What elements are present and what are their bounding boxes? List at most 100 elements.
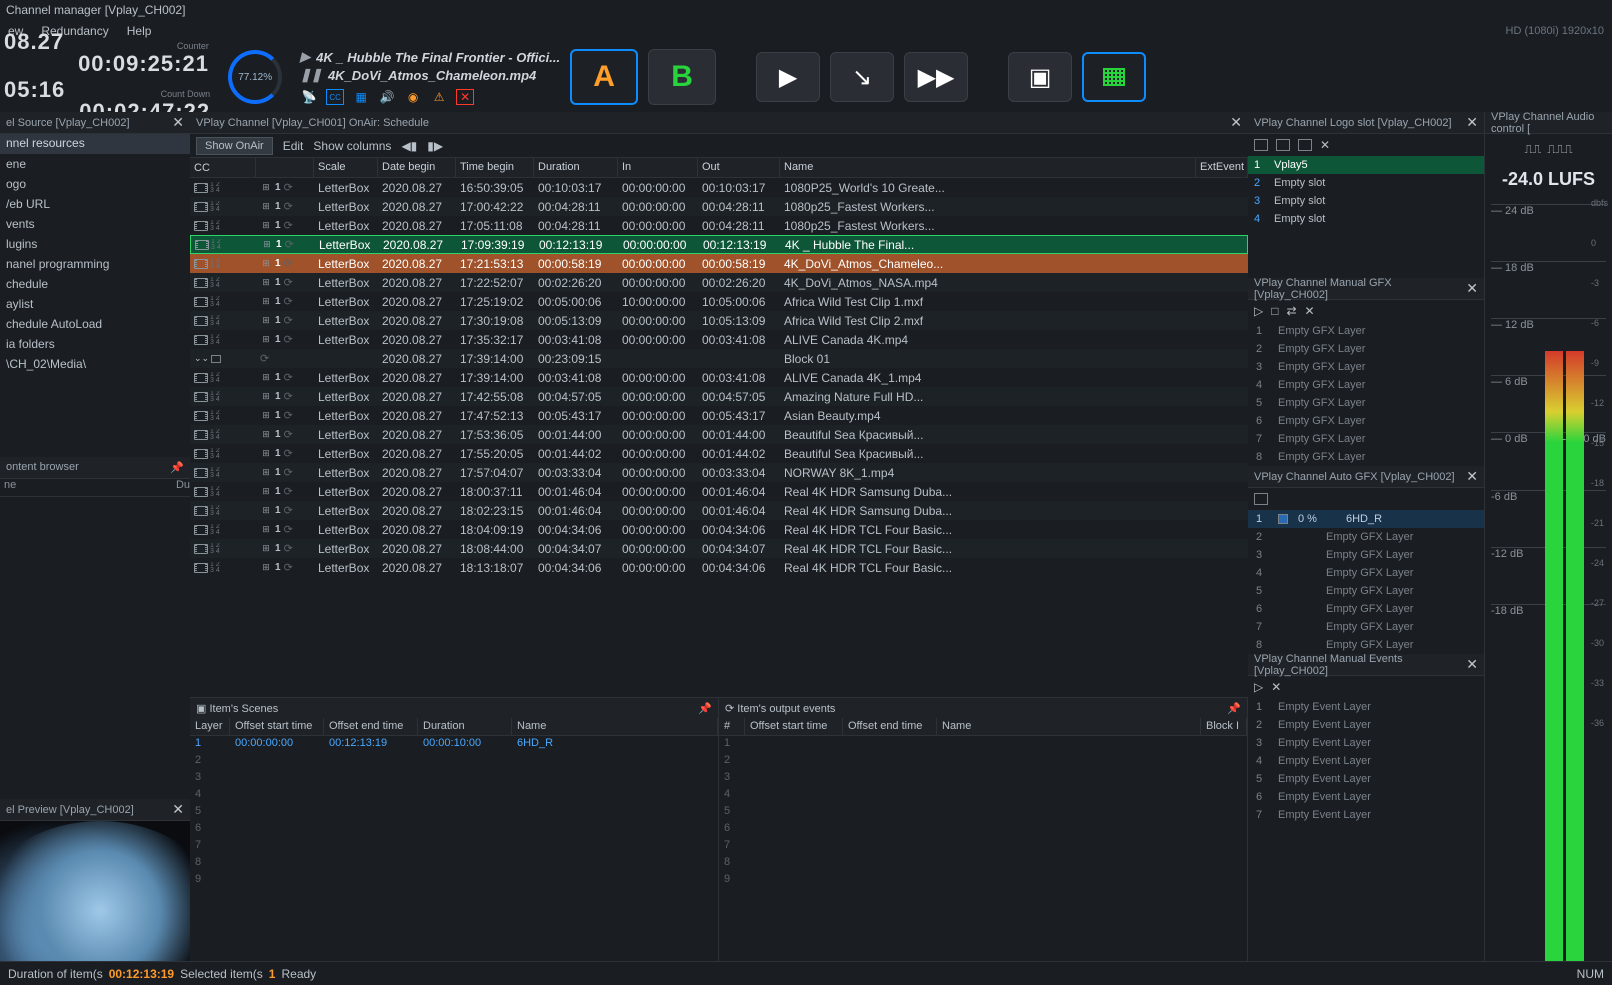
play-icon[interactable]: ▷ [1254, 304, 1263, 318]
schedule-row[interactable]: 1 23 4⊞1 ⟳LetterBox2020.08.2718:02:23:15… [190, 501, 1248, 520]
next-icon[interactable]: ▮▶ [427, 139, 443, 153]
tree-item[interactable]: ia folders [0, 334, 190, 354]
record-icon[interactable]: ◉ [404, 89, 422, 105]
schedule-button[interactable]: ▣ [1008, 52, 1072, 102]
gfx-layer[interactable]: 7Empty GFX Layer [1248, 430, 1484, 448]
show-onair-button[interactable]: Show OnAir [196, 137, 273, 155]
tree-item[interactable]: /eb URL [0, 194, 190, 214]
manual-events-list[interactable]: 1Empty Event Layer2Empty Event Layer3Emp… [1248, 698, 1484, 824]
warning-icon[interactable]: ⚠ [430, 89, 448, 105]
prev-icon[interactable]: ◀▮ [401, 139, 417, 153]
schedule-row[interactable]: 1 23 4⊞1 ⟳LetterBox2020.08.2717:05:11:08… [190, 216, 1248, 235]
scene-row[interactable]: 7 [190, 838, 718, 855]
gfx-layer[interactable]: 7Empty GFX Layer [1248, 618, 1484, 636]
gfx-layer[interactable]: 4Empty GFX Layer [1248, 376, 1484, 394]
schedule-row[interactable]: 1 23 4⊞1 ⟳LetterBox2020.08.2717:00:42:22… [190, 197, 1248, 216]
event-row[interactable]: 8 [719, 855, 1247, 872]
schedule-row[interactable]: 1 23 4⊞1 ⟳LetterBox2020.08.2718:08:44:00… [190, 539, 1248, 558]
gfx-layer[interactable]: 10 %6HD_R [1248, 510, 1484, 528]
gfx-layer[interactable]: 3Empty GFX Layer [1248, 546, 1484, 564]
gfx-layer[interactable]: 6Empty GFX Layer [1248, 412, 1484, 430]
tree-item[interactable]: lugins [0, 234, 190, 254]
scene-row[interactable]: 9 [190, 872, 718, 889]
gfx-layer[interactable]: 2Empty Event Layer [1248, 716, 1484, 734]
checkbox-icon[interactable] [1254, 493, 1268, 505]
gfx-layer[interactable]: 2Empty GFX Layer [1248, 340, 1484, 358]
logo-slot[interactable]: 3Empty slot [1248, 192, 1484, 210]
grid-icon[interactable]: ▦ [352, 89, 370, 105]
schedule-row[interactable]: 1 23 4⊞1 ⟳LetterBox2020.08.2717:22:52:07… [190, 273, 1248, 292]
remove-icon[interactable]: ✕ [1305, 304, 1315, 318]
play-button[interactable]: ▶ [756, 52, 820, 102]
remove-icon[interactable]: ✕ [1320, 138, 1330, 152]
event-row[interactable]: 9 [719, 872, 1247, 889]
gfx-layer[interactable]: 5Empty GFX Layer [1248, 394, 1484, 412]
sliders-icon[interactable]: ⎍⎍⎍ [1547, 142, 1572, 157]
pin-icon[interactable]: 📌 [698, 702, 712, 715]
schedule-row[interactable]: 1 23 4⊞1 ⟳LetterBox2020.08.2716:50:39:05… [190, 178, 1248, 197]
btn3-icon[interactable] [1298, 139, 1312, 151]
schedule-row[interactable]: 1 23 4⊞1 ⟳LetterBox2020.08.2717:57:04:07… [190, 463, 1248, 482]
scene-row[interactable]: 4 [190, 787, 718, 804]
manual-gfx-list[interactable]: 1Empty GFX Layer2Empty GFX Layer3Empty G… [1248, 322, 1484, 466]
scene-row[interactable]: 3 [190, 770, 718, 787]
schedule-row[interactable]: 1 23 4⊞1 ⟳LetterBox2020.08.2718:04:09:19… [190, 520, 1248, 539]
gfx-layer[interactable]: 5Empty GFX Layer [1248, 582, 1484, 600]
gfx-layer[interactable]: 3Empty Event Layer [1248, 734, 1484, 752]
gfx-layer[interactable]: 8Empty GFX Layer [1248, 636, 1484, 654]
schedule-row[interactable]: 1 23 4⊞1 ⟳LetterBox2020.08.2718:00:37:11… [190, 482, 1248, 501]
close-icon[interactable]: ✕ [1466, 280, 1478, 297]
edit-button[interactable]: Edit [283, 139, 304, 153]
tree-item[interactable]: ogo [0, 174, 190, 194]
fastforward-button[interactable]: ▶▶ [904, 52, 968, 102]
play-icon[interactable]: ▷ [1254, 680, 1263, 694]
logo-slot[interactable]: 4Empty slot [1248, 210, 1484, 228]
gfx-layer[interactable]: 6Empty GFX Layer [1248, 600, 1484, 618]
gfx-layer[interactable]: 1Empty Event Layer [1248, 698, 1484, 716]
schedule-row[interactable]: 1 23 4⊞1 ⟳LetterBox2020.08.2717:55:20:05… [190, 444, 1248, 463]
tree-item[interactable]: chedule AutoLoad [0, 314, 190, 334]
event-row[interactable]: 5 [719, 804, 1247, 821]
btn2-icon[interactable] [1276, 139, 1290, 151]
schedule-row[interactable]: 1 23 4⊞1 ⟳LetterBox2020.08.2717:35:32:17… [190, 330, 1248, 349]
event-row[interactable]: 3 [719, 770, 1247, 787]
waveform-icon[interactable]: ⎍⎍ [1524, 142, 1541, 157]
close-icon[interactable]: ✕ [172, 801, 184, 818]
stop-icon[interactable]: □ [1271, 304, 1278, 318]
remove-icon[interactable]: ✕ [1271, 680, 1281, 694]
tree-item[interactable]: \CH_02\Media\ [0, 354, 190, 374]
tree-item[interactable]: aylist [0, 294, 190, 314]
gfx-layer[interactable]: 5Empty Event Layer [1248, 770, 1484, 788]
schedule-row[interactable]: 1 23 4⊞1 ⟳LetterBox2020.08.2717:42:55:08… [190, 387, 1248, 406]
pin-icon[interactable]: 📌 [1227, 702, 1241, 715]
close-icon[interactable]: ✕ [1230, 114, 1242, 131]
gfx-layer[interactable]: 4Empty GFX Layer [1248, 564, 1484, 582]
event-row[interactable]: 4 [719, 787, 1247, 804]
close-icon[interactable]: ✕ [1466, 656, 1478, 673]
channel-b-button[interactable]: B [648, 49, 716, 105]
schedule-row[interactable]: 1 23 4⊞1 ⟳LetterBox2020.08.2717:53:36:05… [190, 425, 1248, 444]
event-row[interactable]: 6 [719, 821, 1247, 838]
cc-icon[interactable]: CC [326, 89, 344, 105]
gfx-layer[interactable]: 1Empty GFX Layer [1248, 322, 1484, 340]
event-row[interactable]: 2 [719, 753, 1247, 770]
error-icon[interactable]: ✕ [456, 89, 474, 105]
next-button[interactable]: ↘ [830, 52, 894, 102]
gfx-layer[interactable]: 7Empty Event Layer [1248, 806, 1484, 824]
schedule-row[interactable]: 1 23 4⊞1 ⟳LetterBox2020.08.2717:09:39:19… [190, 235, 1248, 254]
gfx-layer[interactable]: 3Empty GFX Layer [1248, 358, 1484, 376]
gfx-layer[interactable]: 4Empty Event Layer [1248, 752, 1484, 770]
schedule-row[interactable]: 1 23 4⊞1 ⟳LetterBox2020.08.2718:13:18:07… [190, 558, 1248, 577]
show-columns-button[interactable]: Show columns [313, 139, 391, 153]
tree-item[interactable]: nanel programming [0, 254, 190, 274]
event-row[interactable]: 1 [719, 736, 1247, 753]
filter-input[interactable]: nnel resources [0, 134, 190, 154]
matrix-button[interactable] [1082, 52, 1146, 102]
schedule-grid[interactable]: 1 23 4⊞1 ⟳LetterBox2020.08.2716:50:39:05… [190, 178, 1248, 697]
toggle-icon[interactable]: ⇄ [1286, 304, 1296, 318]
event-row[interactable]: 7 [719, 838, 1247, 855]
schedule-row[interactable]: 1 23 4⊞1 ⟳LetterBox2020.08.2717:39:14:00… [190, 368, 1248, 387]
tree-item[interactable]: ene [0, 154, 190, 174]
scene-row[interactable]: 2 [190, 753, 718, 770]
schedule-row[interactable]: 1 23 4⊞1 ⟳LetterBox2020.08.2717:21:53:13… [190, 254, 1248, 273]
